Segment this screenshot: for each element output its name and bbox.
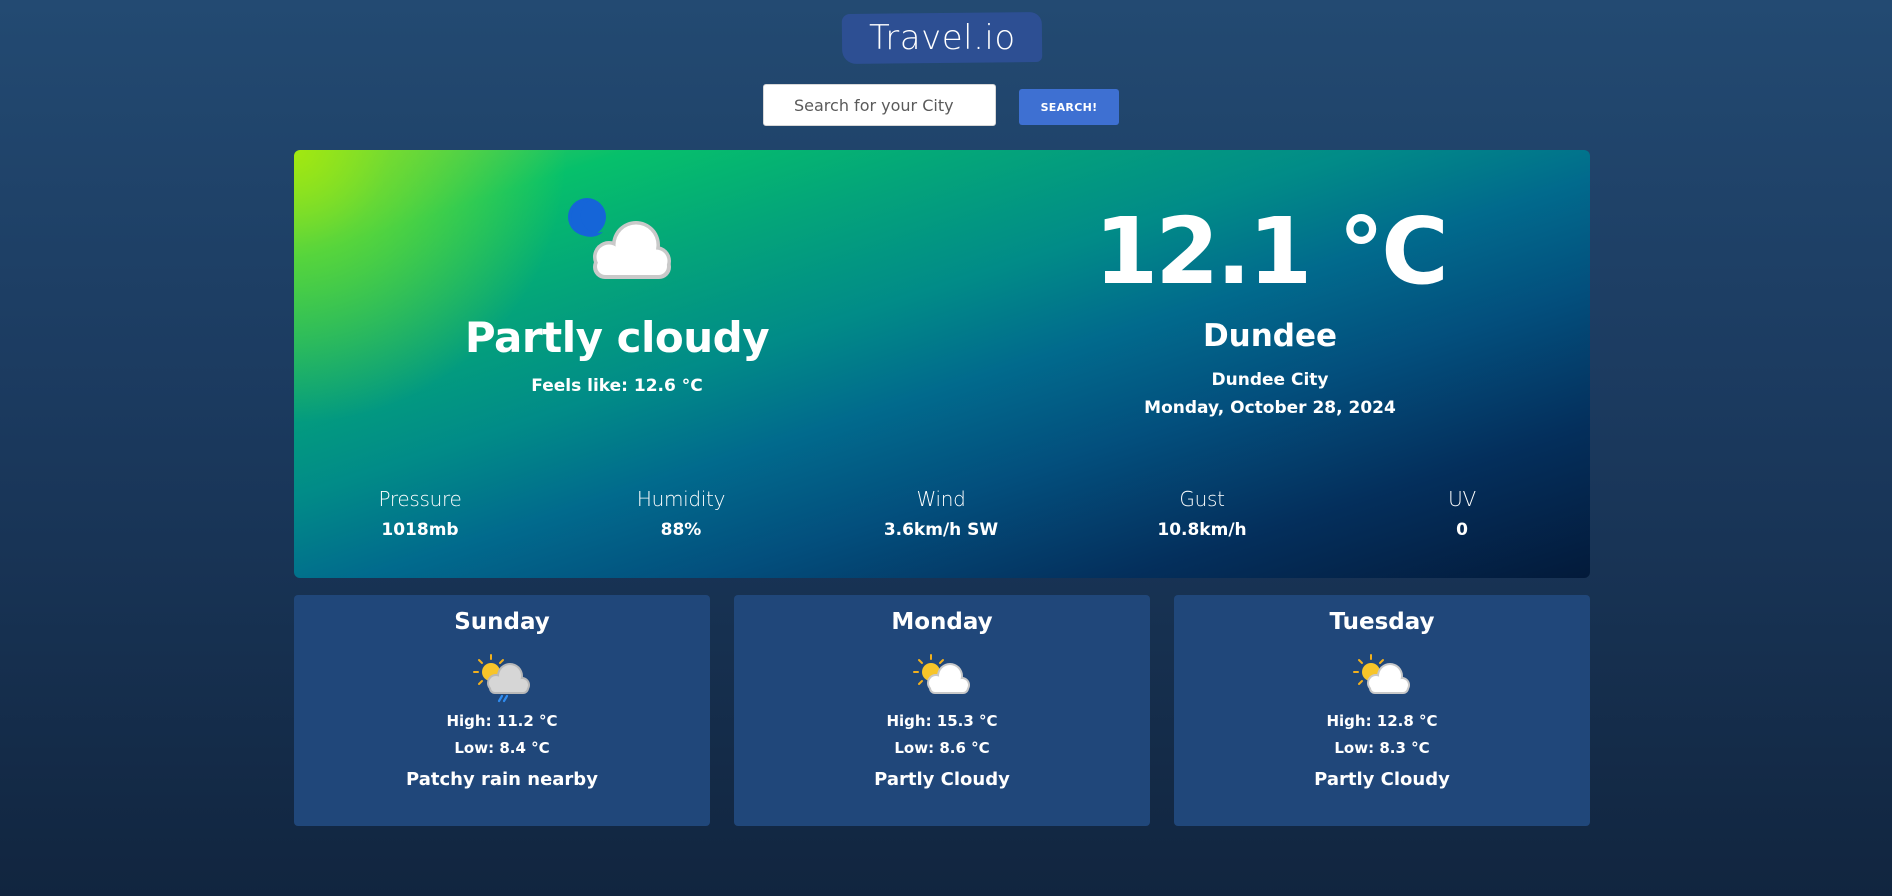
- stat-label: Humidity: [636, 487, 726, 511]
- partly-cloudy-icon: [1353, 654, 1410, 694]
- stat-pressure: Pressure 1018mb: [320, 487, 520, 540]
- city-name: Dundee: [1202, 318, 1338, 354]
- stat-label: Gust: [1179, 487, 1225, 511]
- forecast-card-tuesday: Tuesday High: 12.8 °C Low: 8.3 °C Partly…: [1174, 595, 1590, 826]
- city-search-input[interactable]: [763, 84, 996, 126]
- logo[interactable]: Travel.io: [841, 11, 1043, 65]
- stat-value: 10.8km/h: [1157, 520, 1247, 540]
- region-name: Dundee City: [1211, 370, 1329, 390]
- forecast-card-monday: Monday High: 15.3 °C Low: 8.6 °C Partly …: [734, 595, 1150, 826]
- current-condition: Partly cloudy: [464, 313, 770, 362]
- forecast-low: Low: 8.4 °C: [454, 739, 550, 757]
- forecast-high: High: 11.2 °C: [446, 712, 558, 730]
- partly-cloudy-night-icon: [568, 198, 671, 279]
- forecast-description: Partly Cloudy: [1314, 769, 1450, 790]
- logo-text: Travel.io: [868, 18, 1016, 59]
- patchy-rain-icon: [473, 654, 530, 703]
- forecast-day: Tuesday: [1329, 609, 1435, 635]
- stat-label: Wind: [916, 487, 966, 511]
- stat-value: 0: [1456, 520, 1468, 540]
- forecast-description: Patchy rain nearby: [406, 769, 598, 790]
- current-date: Monday, October 28, 2024: [1144, 398, 1396, 418]
- forecast-high: High: 15.3 °C: [886, 712, 998, 730]
- current-temperature: 12.1 °C: [1094, 198, 1449, 305]
- stat-humidity: Humidity 88%: [581, 487, 781, 540]
- partly-cloudy-icon: [913, 654, 970, 694]
- feels-like: Feels like: 12.6 °C: [531, 376, 703, 396]
- forecast-day: Monday: [891, 609, 993, 635]
- forecast-day: Sunday: [454, 609, 550, 635]
- forecast-description: Partly Cloudy: [874, 769, 1010, 790]
- stat-label: UV: [1448, 487, 1476, 511]
- forecast-low: Low: 8.3 °C: [1334, 739, 1430, 757]
- forecast-low: Low: 8.6 °C: [894, 739, 990, 757]
- stat-uv: UV 0: [1362, 487, 1562, 540]
- forecast-card-sunday: Sunday High: 11.2 °C Low: 8.4 °C Patchy …: [294, 595, 710, 826]
- stat-label: Pressure: [378, 487, 462, 511]
- stat-value: 3.6km/h SW: [883, 520, 999, 540]
- stat-value: 88%: [660, 520, 702, 540]
- forecast-high: High: 12.8 °C: [1326, 712, 1438, 730]
- stat-gust: Gust 10.8km/h: [1102, 487, 1302, 540]
- stat-value: 1018mb: [381, 520, 459, 540]
- stat-wind: Wind 3.6km/h SW: [841, 487, 1041, 540]
- search-button[interactable]: SEARCH!: [1019, 89, 1119, 125]
